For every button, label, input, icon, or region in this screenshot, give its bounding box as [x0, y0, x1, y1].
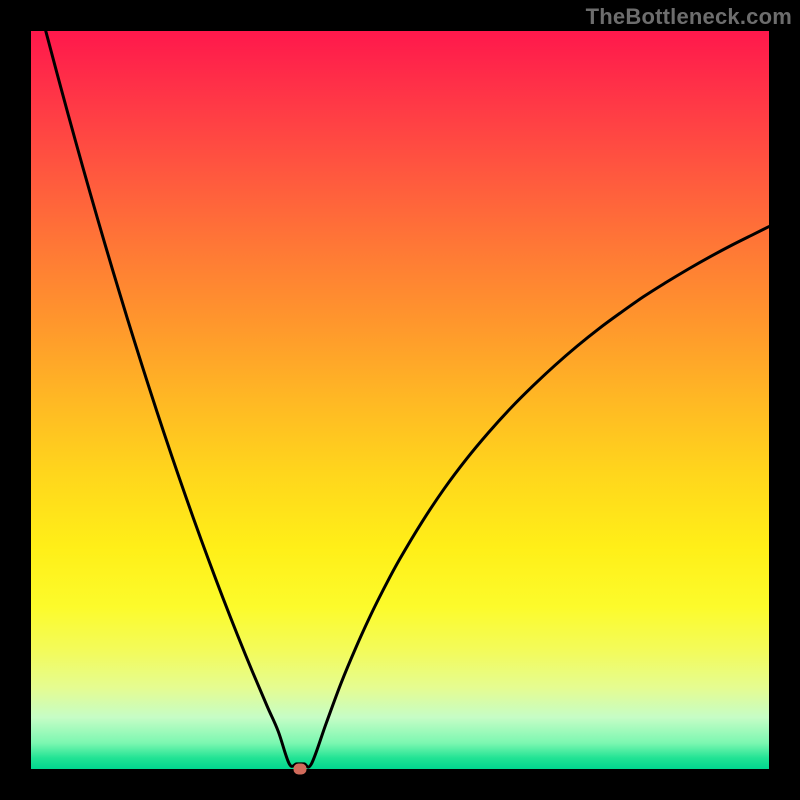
- minimum-dot: [294, 764, 307, 775]
- watermark-text: TheBottleneck.com: [586, 4, 792, 30]
- chart-frame: TheBottleneck.com: [0, 0, 800, 800]
- plot-area: [31, 31, 769, 769]
- curve-path: [46, 31, 769, 767]
- bottleneck-curve: [31, 31, 769, 769]
